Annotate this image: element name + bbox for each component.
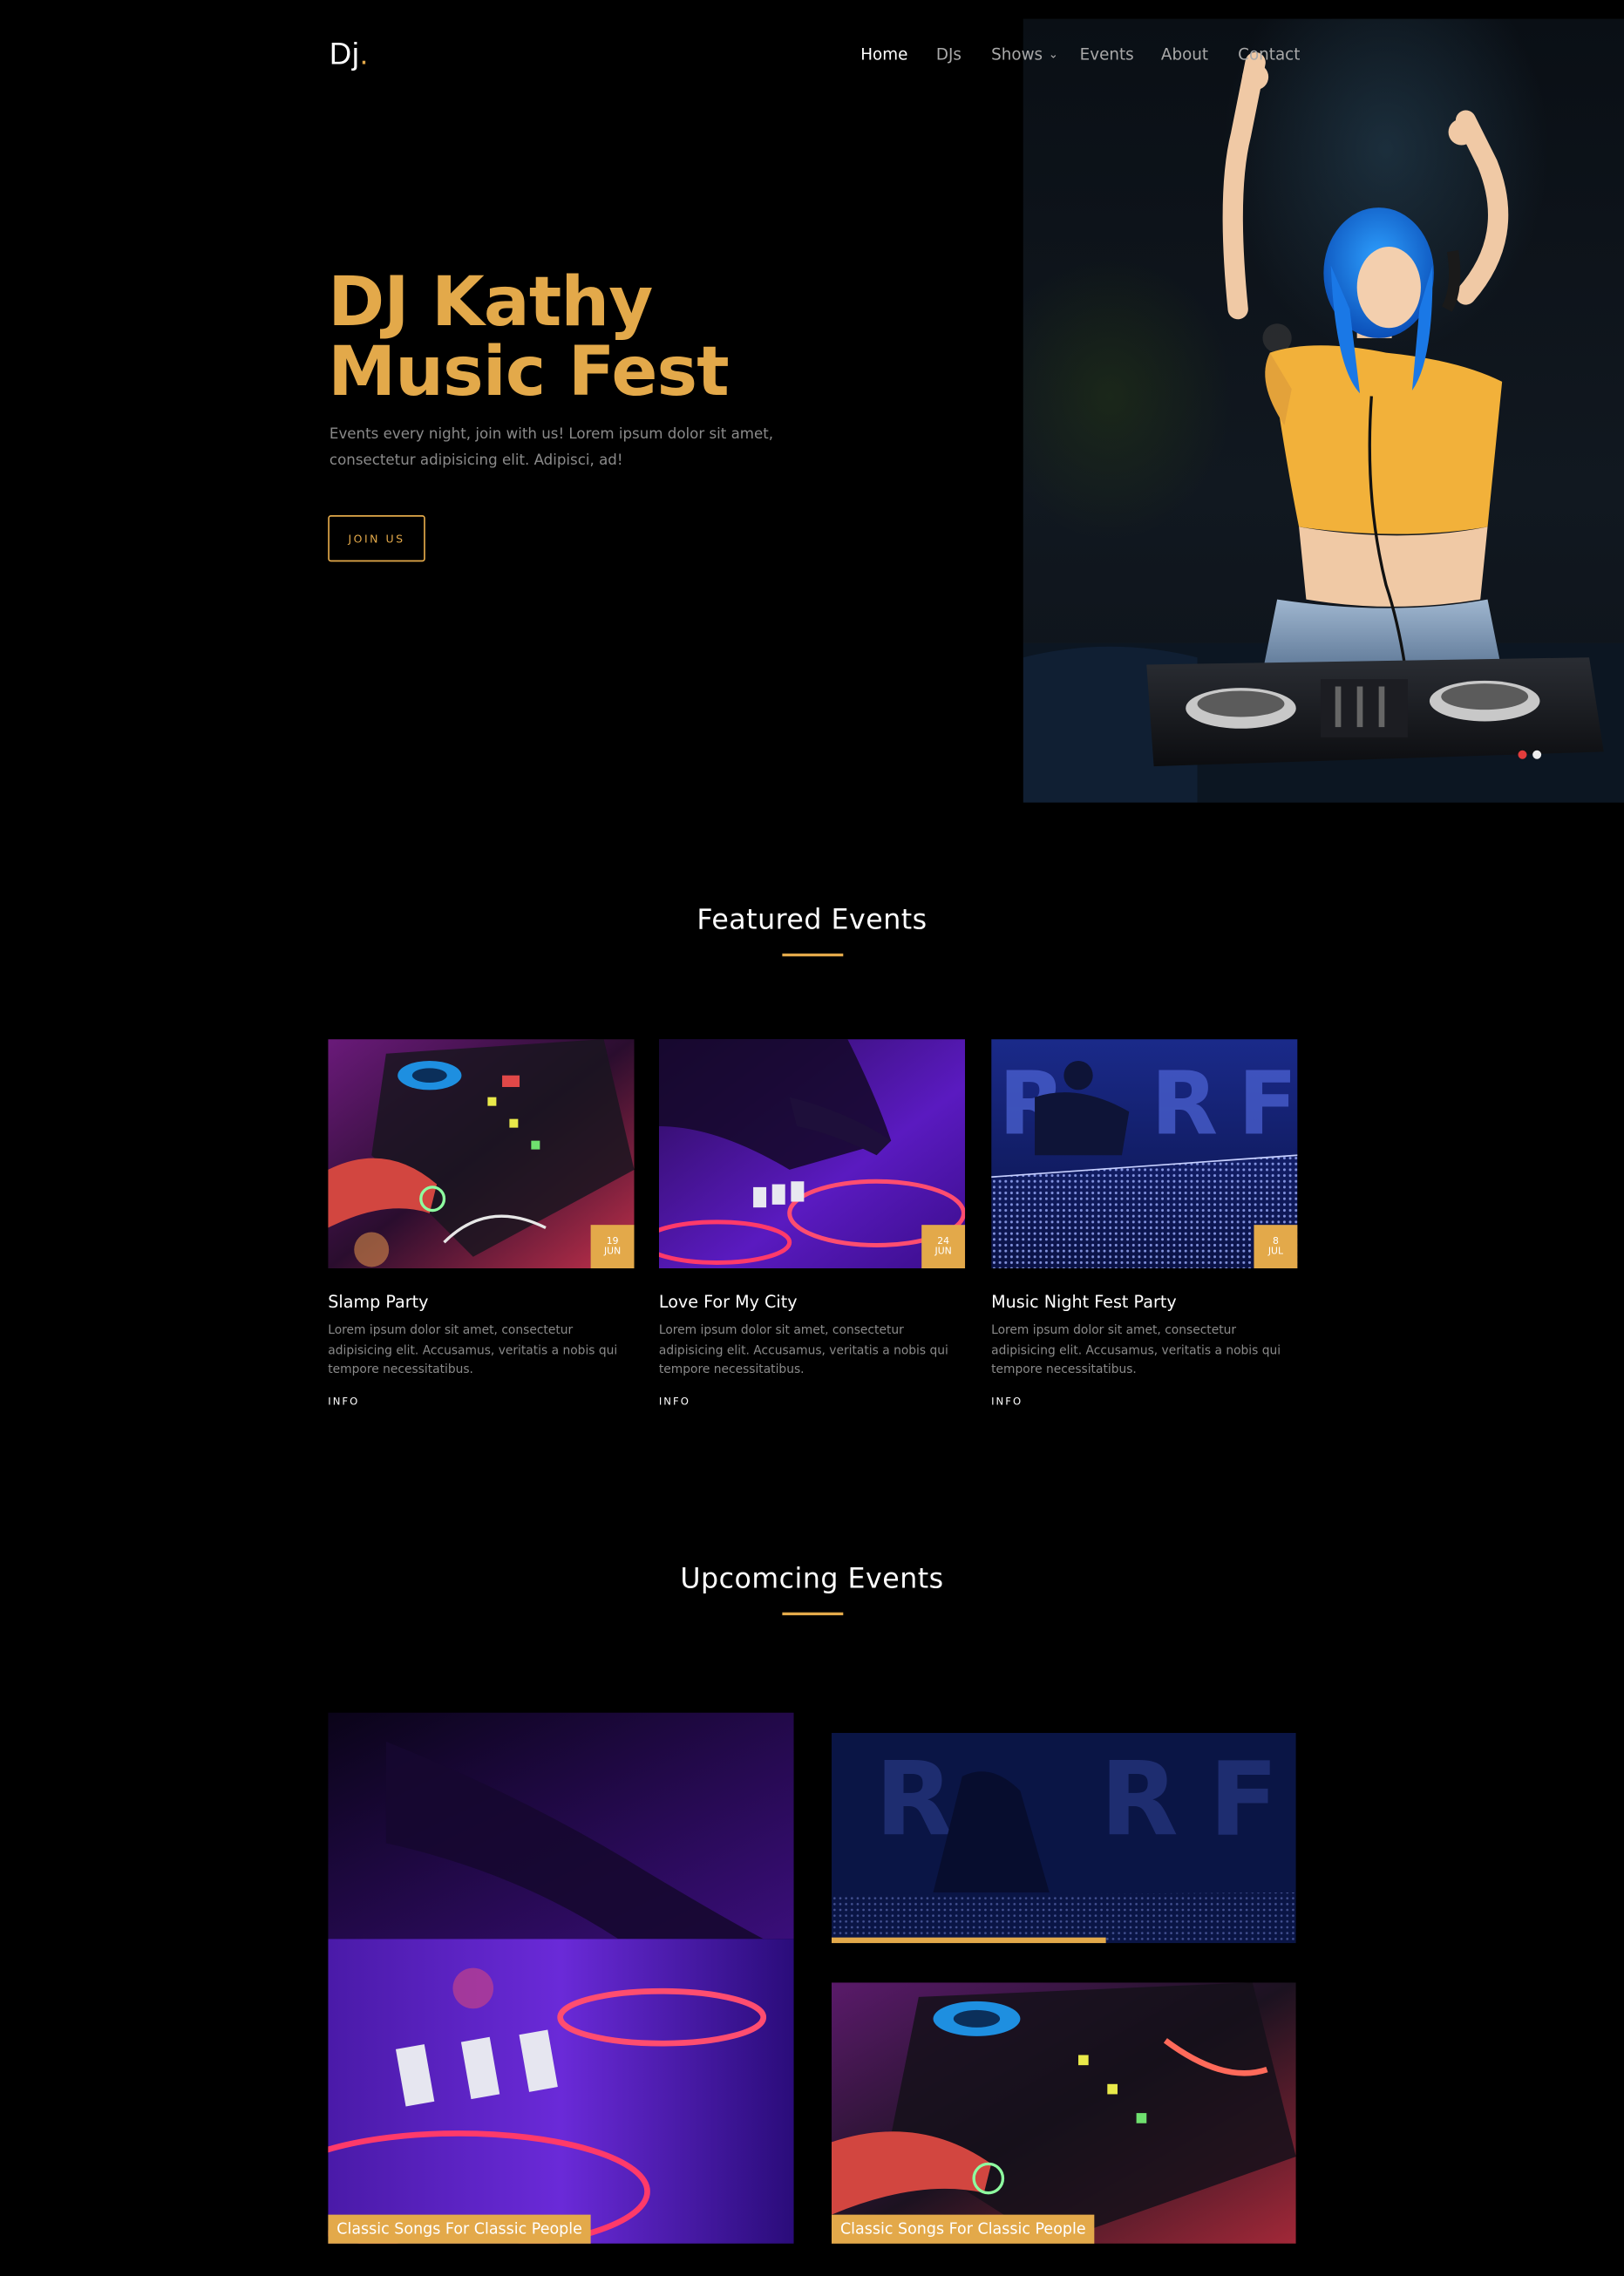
date-badge: 24 JUN xyxy=(921,1225,966,1269)
event-card: 19 JUN Slamp Party Lorem ipsum dolor sit… xyxy=(328,1039,635,1407)
date-month: JUN xyxy=(603,1245,622,1257)
nav-home[interactable]: Home xyxy=(860,45,907,65)
event-description: Lorem ipsum dolor sit amet, consectetur … xyxy=(658,1321,948,1376)
nav-djs[interactable]: DJs xyxy=(936,45,961,65)
svg-text:F: F xyxy=(1209,1741,1279,1858)
logo-text: Dj xyxy=(329,37,360,71)
hero-description: Events every night, join with us! Lorem … xyxy=(329,426,774,469)
featured-underline xyxy=(782,953,844,956)
featured-events-title: Featured Events xyxy=(696,904,928,936)
hero-title-line2: Music Fest xyxy=(328,332,729,412)
upcoming-underline xyxy=(782,1612,844,1615)
hero-title-line1: DJ Kathy xyxy=(328,262,653,343)
svg-text:R: R xyxy=(1151,1052,1218,1154)
event-title[interactable]: Love For My City xyxy=(659,1292,965,1312)
upcoming-event-tile[interactable]: Classic Songs For Classic People xyxy=(328,1712,794,2244)
join-us-button[interactable]: JOIN US xyxy=(328,515,425,562)
upcoming-caption: Classic Songs For Classic People xyxy=(328,2214,591,2244)
event-title[interactable]: Slamp Party xyxy=(328,1292,634,1312)
svg-text:F: F xyxy=(1238,1052,1297,1154)
event-title[interactable]: Music Night Fest Party xyxy=(991,1292,1297,1312)
upcoming-events-title: Upcomcing Events xyxy=(680,1563,944,1595)
event-image[interactable]: 24 JUN xyxy=(658,1039,966,1269)
upcoming-caption: Classic Songs For Classic People xyxy=(831,2214,1095,2244)
upcoming-event-tile[interactable]: Classic Songs For Classic People xyxy=(831,1982,1296,2244)
hero-title: DJ Kathy Music Fest xyxy=(328,268,729,408)
event-info-link[interactable]: INFO xyxy=(991,1396,1297,1407)
nav-shows-label: Shows xyxy=(991,44,1043,65)
event-info-link[interactable]: INFO xyxy=(659,1396,965,1407)
date-month: JUL xyxy=(1267,1245,1284,1257)
event-info-link[interactable]: INFO xyxy=(328,1396,634,1407)
date-badge: 8 JUL xyxy=(1254,1225,1298,1269)
nav-contact[interactable]: Contact xyxy=(1238,45,1300,65)
event-image[interactable]: R R F 8 JUL xyxy=(991,1039,1298,1269)
svg-text:R: R xyxy=(1100,1741,1179,1858)
upcoming-event-tile[interactable]: R R F xyxy=(831,1732,1296,1944)
nav-about[interactable]: About xyxy=(1161,45,1208,65)
date-badge: 19 JUN xyxy=(590,1225,635,1269)
event-image[interactable]: 19 JUN xyxy=(328,1039,635,1269)
hero-dj-image xyxy=(1023,18,1624,803)
site-logo[interactable]: Dj. xyxy=(330,37,369,72)
event-description: Lorem ipsum dolor sit amet, consectetur … xyxy=(328,1321,618,1376)
nav-events[interactable]: Events xyxy=(1080,45,1134,65)
event-description: Lorem ipsum dolor sit amet, consectetur … xyxy=(991,1321,1281,1376)
event-card: 24 JUN Love For My City Lorem ipsum dolo… xyxy=(658,1039,966,1407)
date-month: JUN xyxy=(934,1245,952,1257)
logo-dot: . xyxy=(359,37,370,71)
svg-text:R: R xyxy=(875,1741,954,1858)
nav-shows[interactable]: Shows ⌄ xyxy=(991,45,1058,65)
event-card: R R F 8 JUL Music Night Fest Party Lorem… xyxy=(991,1039,1298,1407)
chevron-down-icon: ⌄ xyxy=(1048,47,1058,61)
